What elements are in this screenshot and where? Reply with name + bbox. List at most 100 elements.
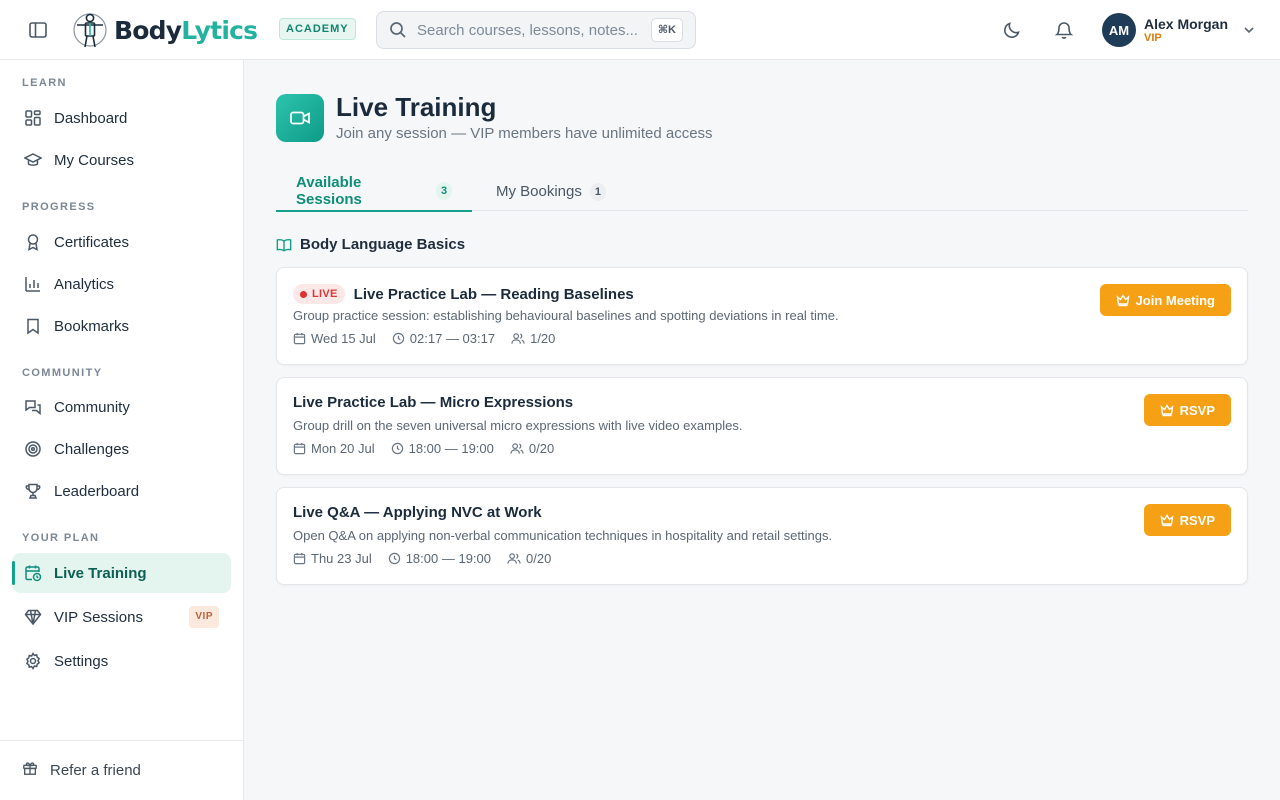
user-plan: VIP — [1144, 31, 1162, 44]
live-dot-icon — [300, 290, 307, 298]
session-attendees: 0/20 — [507, 551, 551, 566]
sidebar-item-settings[interactable]: Settings — [12, 641, 231, 681]
rsvp-button[interactable]: RSVP — [1143, 504, 1231, 536]
sidebar-item-analytics[interactable]: Analytics — [12, 264, 231, 304]
sidebar-item-dashboard[interactable]: Dashboard — [12, 98, 231, 138]
award-icon — [24, 233, 42, 251]
session-time: 18:00 — 19:00 — [391, 441, 494, 456]
session-title: Live Practice Lab — Reading Baselines — [353, 285, 634, 303]
crown-icon — [1160, 404, 1174, 417]
gear-icon — [24, 652, 42, 670]
session-description: Open Q&A on applying non-verbal communic… — [293, 528, 833, 543]
brand-logo[interactable]: BodyLytics — [72, 10, 258, 50]
avatar: AM — [1102, 13, 1136, 47]
join-meeting-button[interactable]: Join Meeting — [1099, 284, 1231, 316]
tab-available-sessions[interactable]: Available Sessions 3 — [276, 172, 472, 212]
sidebar-item-label: Live Training — [54, 564, 147, 582]
sidebar-item-leaderboard[interactable]: Leaderboard — [12, 471, 231, 511]
sidebar-item-challenges[interactable]: Challenges — [12, 429, 231, 469]
page-title: Live Training — [336, 92, 497, 122]
session-meta: Wed 15 Jul 02:17 — 03:17 1/20 — [293, 331, 571, 346]
session-card: LIVE Live Practice Lab — Reading Baselin… — [276, 267, 1248, 365]
clock-icon — [388, 552, 400, 565]
session-title: Live Q&A — Applying NVC at Work — [293, 504, 542, 521]
bookmark-icon — [24, 317, 42, 335]
sidebar: LEARN Dashboard My Courses PROGRESS Cert… — [0, 60, 244, 800]
session-title-row: Live Practice Lab — Micro Expressions — [293, 394, 573, 411]
search-input[interactable] — [417, 21, 642, 39]
section-label-learn: LEARN — [22, 77, 67, 89]
notifications-bell-icon[interactable] — [1053, 19, 1075, 41]
session-time-text: 02:17 — 03:17 — [409, 331, 496, 346]
rsvp-button[interactable]: RSVP — [1143, 394, 1231, 426]
crown-icon — [1160, 514, 1174, 527]
tab-bar: Available Sessions 3 My Bookings 1 — [276, 172, 1248, 212]
session-time-text: 18:00 — 19:00 — [408, 441, 494, 456]
sidebar-item-my-courses[interactable]: My Courses — [12, 140, 231, 180]
session-meta: Mon 20 Jul 18:00 — 19:00 0/20 — [293, 441, 570, 456]
button-label: RSVP — [1179, 512, 1215, 528]
open-book-icon — [276, 238, 292, 252]
session-time: 02:17 — 03:17 — [392, 331, 495, 346]
session-time-text: 18:00 — 19:00 — [405, 551, 491, 566]
tab-label: Available Sessions — [296, 174, 362, 208]
refer-a-friend-link[interactable]: Refer a friend — [22, 760, 141, 781]
target-icon — [24, 440, 42, 458]
course-group-title: Body Language Basics — [300, 236, 466, 253]
session-title-row: LIVE Live Practice Lab — Reading Baselin… — [293, 284, 634, 304]
session-attendees-text: 0/20 — [528, 441, 555, 456]
users-icon — [510, 443, 524, 454]
tab-label: My Bookings — [496, 183, 582, 200]
search-icon — [390, 22, 406, 38]
sidebar-item-label: Challenges — [54, 440, 130, 458]
page-subtitle: Join any session — VIP members have unli… — [336, 125, 713, 142]
sidebar-item-label: Dashboard — [54, 109, 128, 127]
body-figure-logo-icon — [73, 13, 107, 48]
sidebar-item-label: Analytics — [54, 275, 115, 293]
sidebar-item-label: My Courses — [54, 151, 135, 169]
gem-icon — [24, 608, 42, 626]
search-bar[interactable]: ⌘K — [376, 11, 696, 49]
calendar-icon — [293, 332, 306, 345]
sidebar-item-bookmarks[interactable]: Bookmarks — [12, 306, 231, 346]
user-menu[interactable]: AM Alex Morgan VIP — [1102, 12, 1256, 48]
graduation-cap-icon — [24, 151, 42, 169]
session-date: Mon 20 Jul — [293, 441, 375, 456]
sidebar-item-certificates[interactable]: Certificates — [12, 222, 231, 262]
session-card: Live Practice Lab — Micro Expressions Gr… — [276, 377, 1248, 475]
session-attendees-text: 0/20 — [526, 551, 552, 566]
session-date-text: Wed 15 Jul — [311, 331, 376, 346]
live-label: LIVE — [312, 288, 338, 300]
video-camera-icon — [276, 94, 324, 142]
gift-icon — [22, 760, 38, 781]
users-icon — [507, 553, 521, 564]
sidebar-toggle-icon[interactable] — [27, 19, 49, 41]
tab-my-bookings[interactable]: My Bookings 1 — [476, 172, 626, 211]
academy-badge: ACADEMY — [279, 18, 356, 40]
section-label-progress: PROGRESS — [22, 201, 96, 213]
session-time: 18:00 — 19:00 — [388, 551, 491, 566]
dark-mode-toggle-icon[interactable] — [1001, 19, 1023, 41]
sidebar-item-label: Settings — [54, 652, 109, 670]
active-indicator — [12, 561, 15, 585]
crown-icon — [1116, 294, 1129, 307]
user-name: Alex Morgan — [1144, 15, 1229, 32]
sidebar-item-community[interactable]: Community — [12, 387, 231, 427]
session-date-text: Thu 23 Jul — [311, 551, 372, 566]
session-date: Wed 15 Jul — [293, 331, 376, 346]
sidebar-item-vip-sessions[interactable]: VIP Sessions VIP — [12, 597, 231, 637]
sidebar-footer: Refer a friend — [0, 740, 243, 800]
users-icon — [511, 333, 525, 344]
session-title: Live Practice Lab — Micro Expressions — [293, 394, 574, 411]
sidebar-item-label: Leaderboard — [54, 482, 140, 500]
button-label: Join Meeting — [1135, 292, 1215, 308]
bar-chart-icon — [24, 275, 42, 293]
session-card: Live Q&A — Applying NVC at Work Open Q&A… — [276, 487, 1248, 585]
session-meta: Thu 23 Jul 18:00 — 19:00 0/20 — [293, 551, 567, 566]
sidebar-item-label: Community — [54, 398, 130, 416]
refer-label: Refer a friend — [50, 762, 141, 779]
search-shortcut-hint: ⌘K — [650, 18, 683, 42]
session-title-row: Live Q&A — Applying NVC at Work — [293, 504, 542, 521]
sidebar-item-live-training[interactable]: Live Training — [12, 553, 231, 593]
session-attendees: 1/20 — [511, 331, 555, 346]
